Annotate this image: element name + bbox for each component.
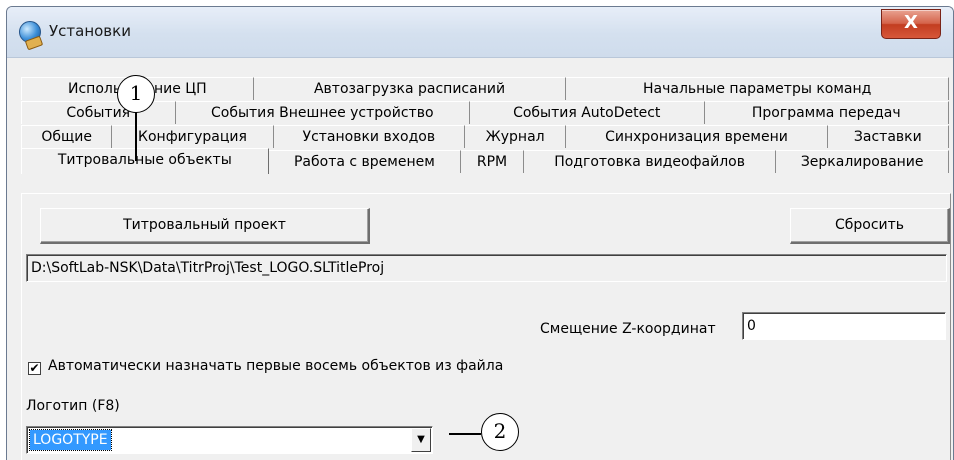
logo-combobox-value: LOGOTYPE (29, 429, 112, 451)
tab-events-external-device[interactable]: События Внешнее устройство (175, 101, 470, 124)
tab-row-1: Использование ЦП Автозагрузка расписаний… (21, 77, 950, 100)
tab-log[interactable]: Журнал (464, 125, 567, 148)
settings-window: Установки X Использование ЦП Автозагрузк… (6, 6, 954, 460)
tab-row-4: Титровальные объекты Работа с временем R… (21, 148, 949, 174)
z-offset-label: Смещение Z-координат (540, 321, 716, 337)
logo-combobox[interactable]: LOGOTYPE ▼ (26, 426, 433, 454)
auto-assign-label[interactable]: Автоматически назначать первые восемь об… (48, 358, 503, 374)
tab-schedule-autoload[interactable]: Автозагрузка расписаний (253, 77, 567, 100)
tab-program-schedule[interactable]: Программа передач (704, 101, 949, 124)
callout-2: 2 (481, 413, 519, 451)
title-project-button[interactable]: Титровальный проект (40, 208, 370, 244)
chevron-down-icon: ▼ (417, 434, 425, 445)
tab-time-operations[interactable]: Работа с временем (268, 150, 462, 173)
tab-splash-screens[interactable]: Заставки (827, 125, 949, 148)
close-button[interactable]: X (881, 9, 941, 39)
tab-time-sync[interactable]: Синхронизация времени (566, 125, 828, 148)
logo-label: Логотип (F8) (26, 398, 120, 414)
checkmark-icon: ✔ (29, 361, 40, 375)
tab-input-settings[interactable]: Установки входов (273, 125, 465, 148)
app-globe-icon (19, 21, 41, 43)
callout-2-leader (449, 433, 481, 435)
tab-initial-command-params[interactable]: Начальные параметры команд (566, 77, 950, 100)
project-path-field[interactable]: D:\SoftLab-NSK\Data\TitrProj\Test_LOGO.S… (26, 254, 947, 282)
title-bar[interactable]: Установки X (7, 7, 953, 58)
close-icon: X (904, 12, 918, 33)
tab-mirroring[interactable]: Зеркалирование (776, 150, 949, 173)
tab-row-3: Общие Конфигурация Установки входов Журн… (21, 125, 949, 148)
tab-strip: Использование ЦП Автозагрузка расписаний… (7, 57, 953, 197)
tab-row-2: События События Внешнее устройство Событ… (21, 101, 949, 124)
dropdown-arrow-button[interactable]: ▼ (411, 428, 431, 452)
z-offset-input[interactable]: 0 (742, 312, 946, 340)
window-title: Установки (49, 22, 131, 40)
tab-general[interactable]: Общие (21, 125, 113, 148)
tab-video-file-prep[interactable]: Подготовка видеофайлов (523, 150, 777, 173)
tab-events[interactable]: События (21, 101, 176, 124)
callout-1: 1 (117, 75, 155, 113)
auto-assign-checkbox[interactable]: ✔ (28, 362, 41, 375)
tab-events-autodetect[interactable]: События AutoDetect (470, 101, 705, 124)
reset-button[interactable]: Сбросить (790, 208, 950, 244)
tab-title-objects[interactable]: Титровальные объекты (21, 148, 269, 174)
callout-1-leader (135, 111, 137, 161)
tab-rpm[interactable]: RPM (461, 150, 524, 173)
